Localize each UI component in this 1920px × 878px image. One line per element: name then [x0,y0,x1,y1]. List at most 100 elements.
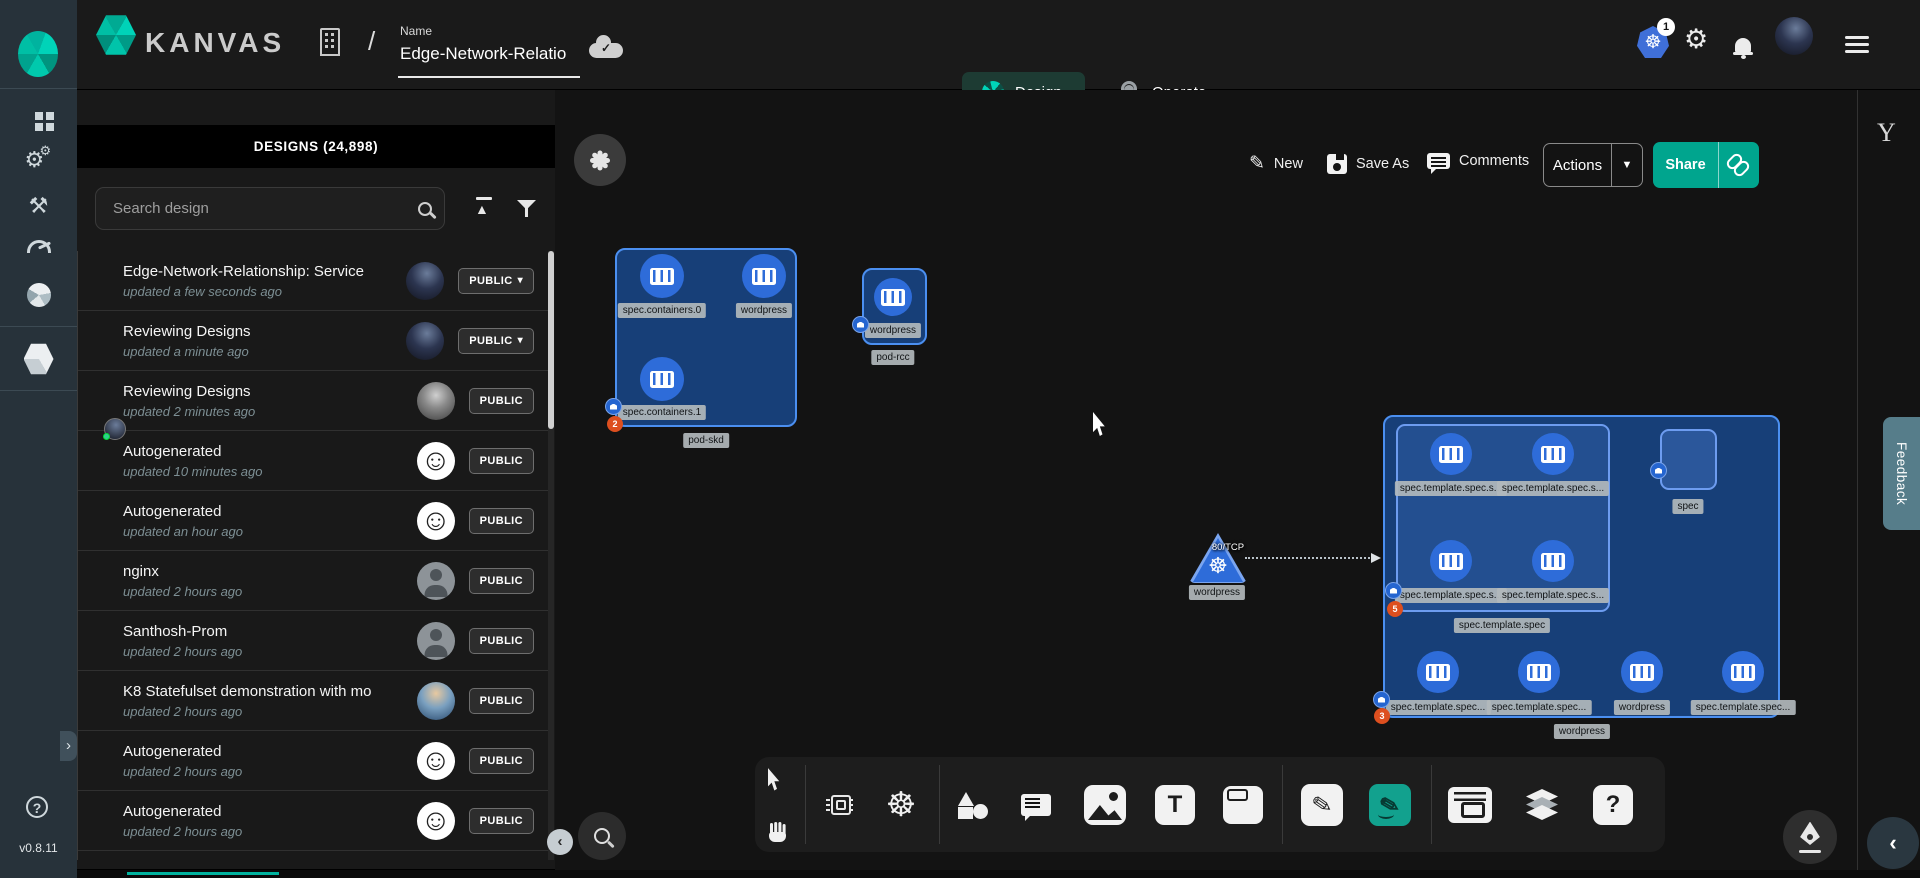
sidebar-item-lifecycle[interactable] [0,151,77,175]
list-item[interactable]: nginxupdated 2 hours agoPUBLIC [78,551,548,611]
expand-panel-handle[interactable]: › [60,731,77,761]
scrollbar-thumb[interactable] [548,251,554,429]
sidebar-item-meshery[interactable] [0,283,77,307]
visibility-badge[interactable]: PUBLIC [469,388,534,414]
network-edge[interactable] [1245,557,1377,559]
list-item[interactable]: K8 Statefulset demonstration with moupda… [78,671,548,731]
visibility-badge[interactable]: PUBLIC▾ [458,328,534,354]
visibility-badge[interactable]: PUBLIC [469,688,534,714]
shapes-tool[interactable] [951,783,995,827]
share-button[interactable]: Share [1653,142,1759,188]
text-tool[interactable]: T [1153,783,1197,827]
collapse-designs-panel-handle[interactable]: ‹ [547,829,573,855]
zoom-button[interactable] [578,812,626,860]
notifications-bell-icon[interactable] [1735,38,1751,52]
feedback-tab[interactable]: Feedback [1883,417,1920,530]
help-tool[interactable]: ? [1591,783,1635,827]
pod-badge-icon[interactable] [852,316,869,333]
canvas-menu-button[interactable] [574,134,626,186]
pen-tool[interactable]: ✎ [1300,783,1344,827]
sidebar-item-performance[interactable] [0,240,77,253]
node-container[interactable] [640,357,684,401]
visibility-badge[interactable]: PUBLIC [469,508,534,534]
node-container[interactable] [1430,433,1472,475]
node-spec[interactable] [1660,429,1717,490]
pod-badge-icon[interactable] [1650,462,1667,479]
menu-hamburger-icon[interactable] [1845,36,1869,39]
meshery-logo-icon[interactable] [18,31,58,77]
node-container[interactable] [1532,540,1574,582]
comments-button[interactable]: Comments [1427,153,1529,169]
list-item[interactable]: Edge-Network-Relationship: Serviceupdate… [78,251,548,311]
visibility-badge[interactable]: PUBLIC [469,748,534,774]
chevron-down-icon[interactable]: ▾ [518,275,523,286]
node-container[interactable] [1417,651,1459,693]
node-container[interactable] [1430,540,1472,582]
list-item[interactable]: Autogeneratedupdated 2 hours ago☺PUBLIC [78,791,548,851]
archive-tool[interactable] [1448,783,1492,827]
pod-badge-icon[interactable] [1385,582,1402,599]
actions-button[interactable]: Actions ▼ [1543,143,1643,187]
search-input[interactable] [111,199,418,218]
design-updated: updated 2 hours ago [123,584,417,599]
pan-tool[interactable] [755,810,799,854]
import-design-icon[interactable] [475,197,493,219]
node-container[interactable] [1722,651,1764,693]
list-item[interactable]: Autogeneratedupdated 10 minutes ago☺PUBL… [78,431,548,491]
node-container[interactable] [1532,433,1574,475]
select-tool[interactable] [755,757,799,801]
panel-scrollbar[interactable] [548,251,554,860]
list-item[interactable]: Reviewing Designsupdated 2 minutes agoPU… [78,371,548,431]
node-container[interactable] [1518,651,1560,693]
filter-icon[interactable] [517,200,536,217]
node-container[interactable] [742,254,786,298]
chevron-down-icon[interactable]: ▼ [1612,159,1642,171]
error-count-badge[interactable]: 3 [1374,708,1390,724]
copy-link-icon[interactable] [1719,153,1759,177]
visibility-badge[interactable]: PUBLIC [469,568,534,594]
freehand-tool[interactable]: ✎ [1368,783,1412,827]
save-as-button[interactable]: Save As [1327,154,1409,174]
components-tool[interactable] [819,783,863,827]
sidebar-item-configuration[interactable]: ⚒ [0,195,77,217]
list-item[interactable]: Autogeneratedupdated 2 hours ago☺PUBLIC [78,731,548,791]
list-item[interactable]: Autogeneratedupdated an hour ago☺PUBLIC [78,491,548,551]
sidebar-item-kanvas[interactable] [0,342,77,376]
image-tool[interactable] [1083,783,1127,827]
container-icon [650,268,674,285]
visibility-badge[interactable]: PUBLIC▾ [458,268,534,294]
list-item[interactable]: Santhosh-Promupdated 2 hours agoPUBLIC [78,611,548,671]
chevron-down-icon[interactable]: ▾ [518,335,523,346]
node-service-wordpress[interactable]: ☸ [1189,533,1247,583]
node-group-template[interactable] [1396,424,1610,612]
layers-tool[interactable] [1520,783,1564,827]
collapse-right-button[interactable]: ‹ [1867,817,1919,869]
error-count-badge[interactable]: 5 [1387,601,1403,617]
organization-icon[interactable] [320,28,340,56]
node-container[interactable] [1621,651,1663,693]
list-item[interactable]: Reviewing Designsupdated a minute agoPUB… [78,311,548,371]
layers-icon [1526,789,1558,821]
node-container[interactable] [874,278,912,316]
node-label: wordpress [736,303,792,318]
settings-gear-icon[interactable]: ⚙ [1684,26,1708,53]
pod-badge-icon[interactable] [605,398,622,415]
comment-tool[interactable] [1014,783,1058,827]
note-tool[interactable] [1221,783,1265,827]
new-button[interactable]: ✎ New [1249,154,1303,173]
sidebar-item-dashboard[interactable] [0,112,77,120]
pod-badge-icon[interactable] [1373,691,1390,708]
design-canvas[interactable]: ✎ New Save As Comments Actions ▼ Share Y… [555,90,1920,870]
user-avatar[interactable] [1775,17,1813,55]
help-button[interactable]: ? [26,796,48,818]
visibility-badge[interactable]: PUBLIC [469,808,534,834]
design-mode-button[interactable] [1783,810,1837,864]
visibility-badge[interactable]: PUBLIC [469,628,534,654]
design-name-input[interactable]: Edge-Network-Relatio [400,44,576,64]
visibility-badge[interactable]: PUBLIC [469,448,534,474]
node-container[interactable] [640,254,684,298]
error-count-badge[interactable]: 2 [607,416,623,432]
right-dock-icon[interactable]: Y [1877,118,1896,148]
kanvas-app: ⚒ ? v0.8.11 KANVAS / Name Edge-Network-R… [0,0,1920,878]
kubernetes-components-tool[interactable]: ☸ [879,783,923,827]
